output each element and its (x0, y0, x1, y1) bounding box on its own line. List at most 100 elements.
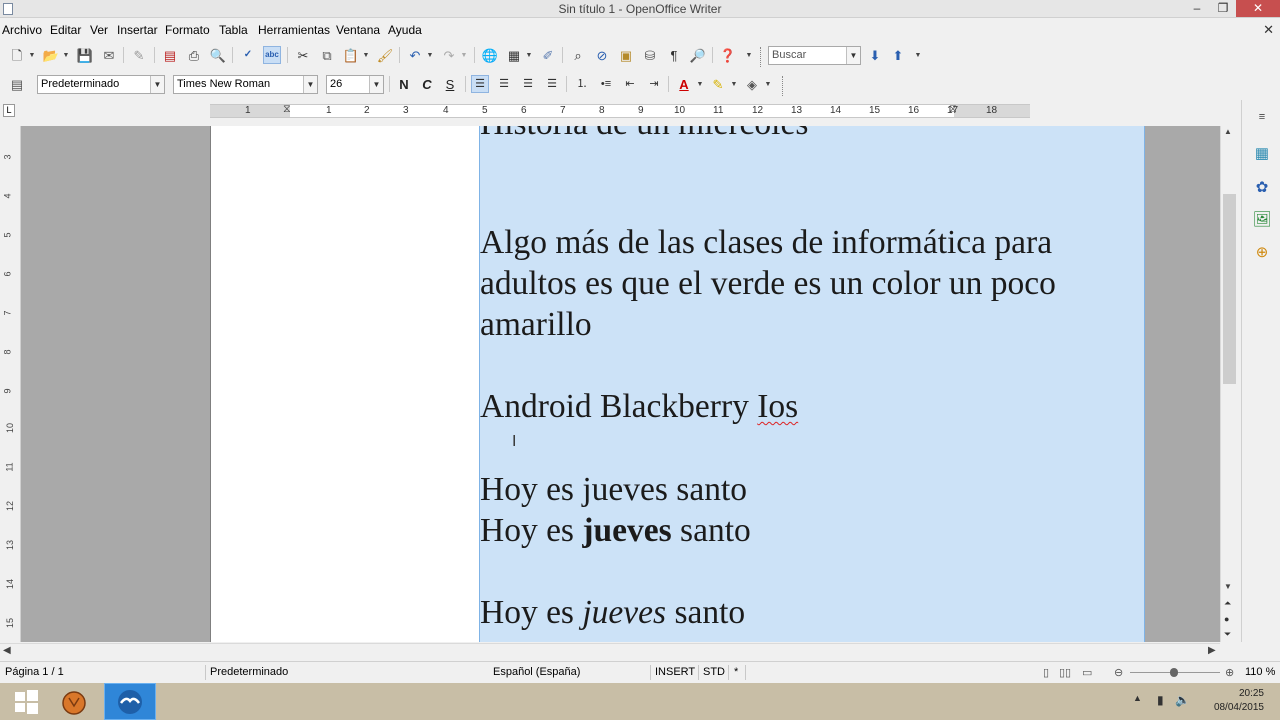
italic-button[interactable]: C (418, 75, 436, 93)
multi-page-view-icon[interactable]: ▯▯ (1059, 666, 1071, 679)
text-line[interactable]: Hoy es jueves santo (480, 471, 747, 509)
paragraph-style-select[interactable]: Predeterminado ▼ (37, 75, 165, 94)
table-icon[interactable]: ▦ (505, 46, 523, 64)
left-indent-marker[interactable]: ⧖ (283, 103, 291, 116)
underline-button[interactable]: S (441, 75, 459, 93)
menu-archivo[interactable]: Archivo (2, 23, 42, 37)
autospellcheck-icon[interactable]: abc (263, 46, 281, 64)
clock[interactable]: 20:25 08/04/2015 (1214, 687, 1264, 715)
redo-icon[interactable]: ↷ (440, 46, 458, 64)
menu-insertar[interactable]: Insertar (117, 23, 158, 37)
toolbar-options-icon[interactable]: ▼ (745, 46, 753, 64)
hyperlink-icon[interactable]: 🌐 (481, 46, 499, 64)
vertical-scrollbar[interactable]: ▲ ▼ ⏶ ● ⏷ (1220, 126, 1237, 642)
single-page-view-icon[interactable]: ▯ (1043, 666, 1049, 679)
text-line[interactable]: Historia de un miércoles (480, 126, 808, 143)
document-page[interactable]: Historia de un miércoles Algo más de las… (210, 126, 1145, 642)
format-paintbrush-icon[interactable]: 🖌 (376, 46, 394, 64)
print-preview-icon[interactable]: 🔍 (209, 46, 227, 64)
battery-icon[interactable]: ▮ (1157, 693, 1164, 707)
minimize-button[interactable]: – (1184, 0, 1210, 17)
language-indicator[interactable]: Español (España) (493, 666, 580, 678)
formatting-marks-icon[interactable]: ¶ (665, 46, 683, 64)
decrease-indent-icon[interactable]: ⇤ (621, 75, 639, 93)
redo-dropdown-icon[interactable]: ▼ (460, 46, 468, 64)
scroll-left-icon[interactable]: ◀ (3, 645, 11, 656)
background-color-icon[interactable]: ◈ (743, 75, 761, 93)
font-color-icon[interactable]: A (675, 75, 693, 93)
search-dropdown-icon[interactable]: ▼ (846, 47, 860, 64)
bullets-icon[interactable]: •≡ (597, 75, 615, 93)
align-center-icon[interactable]: ☰ (495, 75, 513, 93)
text-line[interactable]: Hoy es jueves santo (480, 594, 745, 632)
search-input[interactable]: Buscar ▼ (768, 46, 861, 65)
open-folder-icon[interactable]: 📂 (42, 46, 60, 64)
align-right-icon[interactable]: ☰ (519, 75, 537, 93)
find-next-icon[interactable]: ⬇ (866, 46, 884, 64)
horizontal-ruler[interactable]: L 1 1 2 3 4 5 6 7 8 9 10 11 12 13 14 15 … (0, 99, 1280, 124)
help-icon[interactable]: ❓ (719, 46, 737, 64)
print-icon[interactable]: ⎙ (185, 46, 203, 64)
menu-herramientas[interactable]: Herramientas (258, 23, 330, 37)
navigator-sidebar-icon[interactable]: ⊕ (1251, 241, 1273, 263)
undo-icon[interactable]: ↶ (406, 46, 424, 64)
scroll-right-icon[interactable]: ▶ (1208, 645, 1216, 656)
menu-editar[interactable]: Editar (50, 23, 81, 37)
menu-formato[interactable]: Formato (165, 23, 210, 37)
undo-dropdown-icon[interactable]: ▼ (426, 46, 434, 64)
menu-ayuda[interactable]: Ayuda (388, 23, 422, 37)
taskbar-app-openoffice[interactable] (104, 683, 156, 720)
scroll-up-icon[interactable]: ▲ (1224, 127, 1232, 136)
export-pdf-icon[interactable]: ▤ (161, 46, 179, 64)
new-document-icon[interactable]: 🗋 (8, 46, 26, 64)
horizontal-scrollbar[interactable]: ◀ ▶ (0, 643, 1220, 659)
taskbar-app-glove[interactable] (48, 683, 100, 720)
navigator-icon[interactable]: ⊘ (593, 46, 611, 64)
previous-page-icon[interactable]: ⏶ (1224, 598, 1231, 609)
font-color-dropdown-icon[interactable]: ▼ (696, 75, 704, 93)
properties-icon[interactable]: ▦ (1251, 142, 1273, 164)
font-name-dropdown-icon[interactable]: ▼ (303, 76, 317, 93)
zoom-slider-handle[interactable] (1170, 668, 1178, 677)
spellcheck-icon[interactable]: ✓ (239, 46, 257, 64)
find-replace-icon[interactable]: ⌕ (569, 46, 587, 64)
scrollbar-thumb[interactable] (1223, 194, 1236, 384)
new-dropdown-icon[interactable]: ▼ (28, 46, 36, 64)
scroll-down-icon[interactable]: ▼ (1224, 582, 1232, 591)
zoom-in-icon[interactable]: ⊕ (1225, 666, 1234, 679)
increase-indent-icon[interactable]: ⇥ (645, 75, 663, 93)
bold-button[interactable]: N (395, 75, 413, 93)
table-dropdown-icon[interactable]: ▼ (525, 46, 533, 64)
copy-icon[interactable]: ⧉ (318, 46, 336, 64)
numbering-icon[interactable]: ⒈ (573, 75, 591, 93)
show-hidden-icons-icon[interactable]: ▲ (1133, 693, 1142, 703)
insert-mode-indicator[interactable]: INSERT (655, 666, 695, 678)
close-window-button[interactable]: ✕ (1236, 0, 1280, 17)
highlight-dropdown-icon[interactable]: ▼ (730, 75, 738, 93)
find-toolbar-options-icon[interactable]: ▼ (914, 46, 922, 64)
open-dropdown-icon[interactable]: ▼ (62, 46, 70, 64)
font-name-select[interactable]: Times New Roman ▼ (173, 75, 318, 94)
font-size-dropdown-icon[interactable]: ▼ (369, 76, 383, 93)
styles-icon[interactable]: ✿ (1251, 176, 1273, 198)
text-line[interactable]: Algo más de las clases de informática pa… (480, 224, 1052, 262)
gallery-sidebar-icon[interactable]: 🖼 (1251, 208, 1273, 230)
navigation-icon[interactable]: ● (1224, 614, 1229, 624)
sidebar-menu-icon[interactable]: ≡ (1251, 106, 1273, 128)
text-line[interactable]: amarillo (480, 306, 592, 344)
paste-icon[interactable]: 📋 (342, 46, 360, 64)
menu-tabla[interactable]: Tabla (219, 23, 248, 37)
align-left-icon[interactable]: ☰ (471, 75, 489, 93)
font-size-select[interactable]: 26 ▼ (326, 75, 384, 94)
book-view-icon[interactable]: ▭ (1082, 666, 1092, 679)
gallery-icon[interactable]: ▣ (617, 46, 635, 64)
text-line[interactable]: adultos es que el verde es un color un p… (480, 265, 1056, 303)
volume-icon[interactable]: 🔈 (1175, 693, 1190, 707)
save-icon[interactable]: 💾 (76, 46, 94, 64)
cut-icon[interactable]: ✂ (294, 46, 312, 64)
document-area[interactable]: Historia de un miércoles Algo más de las… (21, 126, 1220, 642)
document-text[interactable]: Historia de un miércoles Algo más de las… (480, 126, 1144, 642)
email-icon[interactable]: ✉ (100, 46, 118, 64)
page-style[interactable]: Predeterminado (210, 666, 288, 678)
close-document-button[interactable]: ✕ (1263, 22, 1274, 38)
